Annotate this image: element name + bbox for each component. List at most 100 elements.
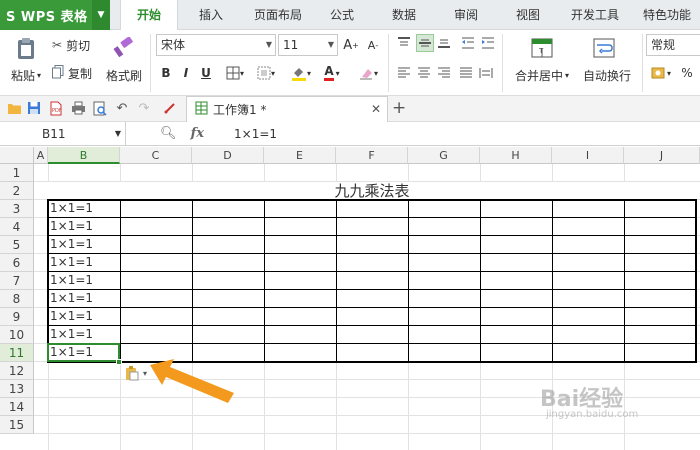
row-header-14[interactable]: 14 [0,398,34,416]
merge-center-icon[interactable]: T [528,34,556,62]
wrap-text-button[interactable]: 自动换行 [578,66,636,84]
underline-button[interactable]: U [198,64,214,82]
name-box[interactable]: B11 ▼ [0,122,126,146]
increase-indent-icon[interactable] [480,36,496,50]
clear-format-icon[interactable]: ▾ [354,64,382,82]
close-icon[interactable]: ✕ [371,102,381,116]
row-header-3[interactable]: 3 [0,200,34,218]
align-bottom-icon[interactable] [436,36,452,50]
column-header-b[interactable]: B [48,147,120,164]
export-pdf-icon[interactable]: PDF [48,100,64,116]
tab-document[interactable]: 工作簿1 * ✕ [186,96,388,122]
row-header-11[interactable]: 11 [0,344,34,362]
cell-style-icon[interactable]: ▾ [252,64,280,82]
align-center-icon[interactable] [416,66,432,80]
column-header-h[interactable]: H [480,147,552,164]
paste-button[interactable]: 粘贴 ▾ [6,66,46,84]
zoom-search-icon[interactable]: 🔍︎ [160,126,177,141]
column-header-d[interactable]: D [192,147,264,164]
chevron-down-icon[interactable]: ▼ [92,0,110,30]
open-folder-icon[interactable] [6,100,22,116]
undo-icon[interactable]: ↶ [114,100,130,116]
column-header-i[interactable]: I [552,147,624,164]
spreadsheet-grid[interactable]: A B C D E F G H I J 1 2 3 4 5 6 7 8 9 10 11 12 13 14 15 九九乘法表 1×1=… [0,147,700,450]
print-icon[interactable] [70,100,86,116]
tab-developer[interactable]: 开发工具 [562,0,628,30]
insert-function-button[interactable]: fx [191,126,204,141]
borders-icon[interactable]: ▾ [222,64,248,82]
cell-b9[interactable]: 1×1=1 [50,307,93,325]
tab-special[interactable]: 特色功能 [634,0,700,30]
align-right-icon[interactable] [436,66,452,80]
tab-review[interactable]: 审阅 [442,0,490,30]
fill-color-icon[interactable]: ▾ [286,64,316,82]
row-header-5[interactable]: 5 [0,236,34,254]
row-header-15[interactable]: 15 [0,416,34,434]
cell-b4[interactable]: 1×1=1 [50,217,93,235]
cell-b10[interactable]: 1×1=1 [50,325,93,343]
redo-icon[interactable]: ↷ [136,100,152,116]
formula-bar: B11 ▼ 🔍︎ fx 1×1=1 [0,122,700,146]
percent-button[interactable]: % [678,64,696,82]
align-middle-icon[interactable] [416,34,434,52]
tab-view[interactable]: 视图 [504,0,552,30]
annotation-arrow [150,359,234,403]
active-cell-b11[interactable] [47,343,120,362]
column-header-e[interactable]: E [264,147,336,164]
tab-data[interactable]: 数据 [380,0,428,30]
row-header-13[interactable]: 13 [0,380,34,398]
merge-center-button[interactable]: 合并居中 ▾ [510,66,574,84]
distribute-icon[interactable] [478,66,494,80]
cut-button[interactable]: ✂ 剪切 [52,36,102,54]
align-top-icon[interactable] [396,36,412,50]
copy-button[interactable]: 复制 [52,64,102,82]
formula-input[interactable]: 1×1=1 [234,122,277,146]
pen-icon[interactable] [162,100,178,116]
select-all-corner[interactable] [0,147,34,164]
column-header-j[interactable]: J [624,147,700,164]
column-header-a[interactable]: A [34,147,48,164]
cell-b8[interactable]: 1×1=1 [50,289,93,307]
italic-button[interactable]: I [178,64,194,82]
wrap-text-icon[interactable] [590,34,618,62]
row-header-2[interactable]: 2 [0,182,34,200]
font-size-select[interactable]: 11 ▼ [278,34,338,56]
paste-icon[interactable] [8,34,44,64]
column-header-g[interactable]: G [408,147,480,164]
column-header-c[interactable]: C [120,147,192,164]
cell-b7[interactable]: 1×1=1 [50,271,93,289]
fill-handle[interactable] [116,359,122,365]
cell-b6[interactable]: 1×1=1 [50,253,93,271]
currency-format-icon[interactable]: ▾ [648,64,674,82]
row-header-1[interactable]: 1 [0,164,34,182]
increase-font-icon[interactable]: A + [342,36,360,54]
save-icon[interactable] [26,100,42,116]
format-painter-icon[interactable] [108,34,138,62]
cell-b5[interactable]: 1×1=1 [50,235,93,253]
justify-icon[interactable] [458,66,474,80]
row-header-9[interactable]: 9 [0,308,34,326]
tab-insert[interactable]: 插入 [186,0,236,30]
align-left-icon[interactable] [396,66,412,80]
decrease-font-icon[interactable]: A- [364,36,382,54]
font-name-select[interactable]: 宋体 ▼ [156,34,276,56]
font-color-icon[interactable]: A ▾ [318,64,346,82]
column-header-f[interactable]: F [336,147,408,164]
number-format-select[interactable]: 常规 [646,34,700,56]
row-header-7[interactable]: 7 [0,272,34,290]
row-header-10[interactable]: 10 [0,326,34,344]
print-preview-icon[interactable] [92,100,108,116]
new-tab-icon[interactable]: + [392,98,406,118]
app-menu-button[interactable]: S WPS 表格 ▼ [0,0,110,30]
row-header-8[interactable]: 8 [0,290,34,308]
tab-page-layout[interactable]: 页面布局 [244,0,312,30]
format-painter-button[interactable]: 格式刷 [102,66,146,84]
row-header-4[interactable]: 4 [0,218,34,236]
decrease-indent-icon[interactable] [460,36,476,50]
tab-formulas[interactable]: 公式 [318,0,366,30]
row-header-6[interactable]: 6 [0,254,34,272]
bold-button[interactable]: B [158,64,174,82]
cell-b3[interactable]: 1×1=1 [50,199,93,217]
tab-home[interactable]: 开始 [120,0,178,31]
row-header-12[interactable]: 12 [0,362,34,380]
